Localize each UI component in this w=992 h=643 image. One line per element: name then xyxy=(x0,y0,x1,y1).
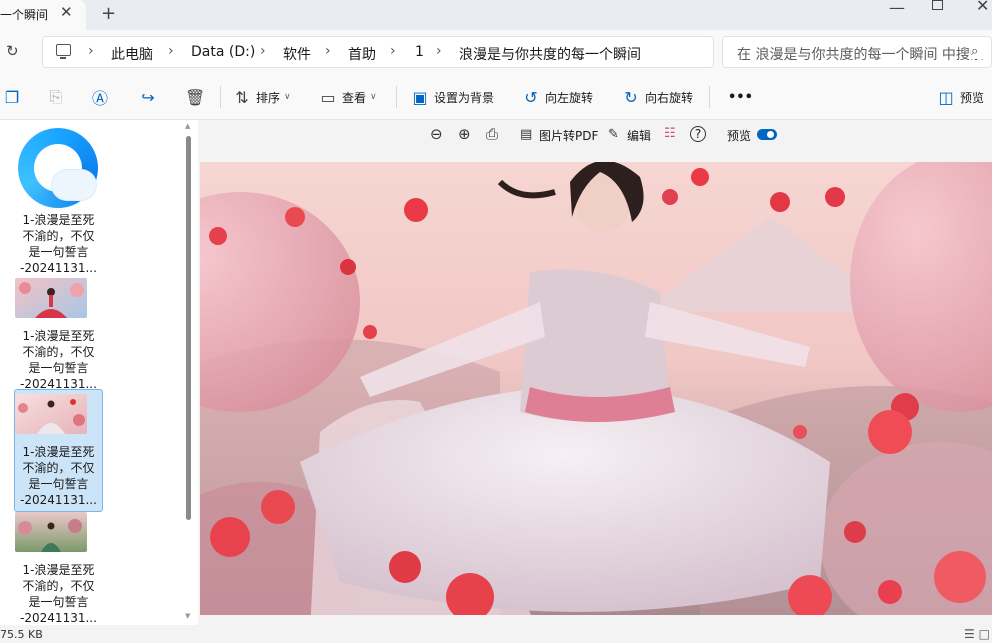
rename-button[interactable]: Ⓐ xyxy=(90,74,110,120)
preview-pane-label: 预览 xyxy=(960,90,985,105)
preview-toggle-switch[interactable] xyxy=(757,129,777,140)
breadcrumb-separator-icon[interactable]: › xyxy=(88,43,94,59)
view-icon: ▭ xyxy=(320,87,336,107)
more-icon: ••• xyxy=(728,89,753,105)
preview-pane-button[interactable]: ◫ 预览 xyxy=(936,74,984,120)
preview-pane-icon: ◫ xyxy=(938,87,954,107)
image-to-pdf-button[interactable]: 图片转PDF xyxy=(539,127,598,144)
chevron-down-icon: ∨ xyxy=(284,92,291,102)
chevron-down-icon: ∨ xyxy=(370,92,377,102)
apps-grid-icon[interactable]: ☷ xyxy=(664,126,676,141)
file-caption: 1-浪漫是至死 不渝的，不仅 是一句誓言 -20241131... xyxy=(20,563,97,625)
file-caption: 1-浪漫是至死 不渝的，不仅 是一句誓言 -20241131... xyxy=(20,329,97,391)
rename-icon: Ⓐ xyxy=(91,89,108,108)
file-item[interactable]: 1-浪漫是至死 不渝的，不仅 是一句誓言 -20241131... xyxy=(14,273,103,396)
toolbar-divider xyxy=(396,86,397,108)
breadcrumb-data-drive[interactable]: Data (D:) xyxy=(191,44,255,60)
view-mode-icons[interactable]: ☰ □ xyxy=(964,627,990,641)
refresh-icon[interactable]: ↻ xyxy=(6,42,19,60)
tab-close-icon[interactable]: ✕ xyxy=(60,3,73,21)
edit-button[interactable]: 编辑 xyxy=(627,127,651,144)
file-thumbnail xyxy=(15,278,87,318)
file-item-selected[interactable]: 1-浪漫是至死 不渝的，不仅 是一句誓言 -20241131... xyxy=(14,389,103,512)
breadcrumb-separator-icon[interactable]: › xyxy=(168,43,174,59)
background-icon: ▣ xyxy=(412,87,428,107)
scroll-up-icon[interactable]: ▲ xyxy=(185,122,190,130)
command-bar: ❐ ⎘ Ⓐ ↪ 🗑 ⇅ 排序 ∨ ▭ 查看 ∨ ▣ 设置为背景 ↺ 向左旋转 ↻… xyxy=(0,74,992,120)
set-background-button[interactable]: ▣ 设置为背景 xyxy=(410,74,494,120)
sort-label: 排序 xyxy=(256,90,281,105)
vertical-scrollbar[interactable]: ▲ ▼ xyxy=(185,122,192,622)
active-tab[interactable]: 一个瞬间 ✕ xyxy=(0,0,86,30)
breadcrumb-shouzhu[interactable]: 首助 xyxy=(348,44,376,64)
breadcrumb-software[interactable]: 软件 xyxy=(283,44,311,64)
share-icon: ↪ xyxy=(141,87,155,107)
view-button[interactable]: ▭ 查看 ∨ xyxy=(318,74,377,120)
rotate-left-label: 向左旋转 xyxy=(545,90,594,105)
preview-toggle-label: 预览 xyxy=(727,129,752,143)
window-close-icon[interactable]: ✕ xyxy=(976,0,989,15)
zoom-out-icon[interactable]: ⊖ xyxy=(430,125,443,143)
breadcrumb-separator-icon[interactable]: › xyxy=(260,43,266,59)
search-placeholder: 在 浪漫是与你共度的每一个瞬间 中搜索 xyxy=(737,47,984,63)
toolbar-divider xyxy=(220,86,221,108)
help-icon[interactable]: ? xyxy=(690,126,706,142)
copy-button[interactable]: ❐ xyxy=(2,74,22,120)
delete-button[interactable]: 🗑 xyxy=(185,74,205,120)
view-label: 查看 xyxy=(342,90,367,105)
breadcrumb-separator-icon[interactable]: › xyxy=(390,43,396,59)
preview-toolbar: ⊖ ⊕ ⎙ ▤ 图片转PDF ✎ 编辑 ☷ ? 预览 xyxy=(200,120,992,150)
print-icon[interactable]: ⎙ xyxy=(486,125,498,143)
maximize-icon[interactable] xyxy=(932,0,943,10)
toolbar-divider xyxy=(709,86,710,108)
scrollbar-thumb[interactable] xyxy=(186,136,191,520)
file-caption: 1-浪漫是至死 不渝的，不仅 是一句誓言 -20241131... xyxy=(20,445,97,507)
sort-button[interactable]: ⇅ 排序 ∨ xyxy=(232,74,291,120)
rotate-left-icon: ↺ xyxy=(524,87,538,107)
new-tab-button[interactable]: + xyxy=(101,3,116,24)
cloud-icon xyxy=(52,170,96,200)
address-bar[interactable]: › 此电脑 › Data (D:) › 软件 › 首助 › 1 › 浪漫是与你共… xyxy=(42,36,714,68)
rotate-left-button[interactable]: ↺ 向左旋转 xyxy=(521,74,593,120)
file-thumbnail xyxy=(15,394,87,434)
search-input[interactable]: 在 浪漫是与你共度的每一个瞬间 中搜索 ⌕ xyxy=(722,36,992,68)
address-row: ↻ › 此电脑 › Data (D:) › 软件 › 首助 › 1 › 浪漫是与… xyxy=(0,30,992,74)
paste-button[interactable]: ⎘ xyxy=(46,74,66,120)
breadcrumb-separator-icon[interactable]: › xyxy=(325,43,331,59)
file-item[interactable]: 1-浪漫是至死 不渝的，不仅 是一句誓言 -20241131... xyxy=(14,205,103,280)
computer-icon xyxy=(56,44,71,59)
share-button[interactable]: ↪ xyxy=(138,74,158,120)
preview-image xyxy=(200,162,992,615)
rotate-right-label: 向右旋转 xyxy=(645,90,694,105)
tab-title: 一个瞬间 xyxy=(0,8,49,22)
sort-icon: ⇅ xyxy=(235,87,249,107)
search-icon[interactable]: ⌕ xyxy=(971,44,991,59)
breadcrumb-this-pc[interactable]: 此电脑 xyxy=(111,44,153,64)
rotate-right-button[interactable]: ↻ 向右旋转 xyxy=(621,74,693,120)
set-background-label: 设置为背景 xyxy=(434,90,495,105)
file-caption: 1-浪漫是至死 不渝的，不仅 是一句誓言 -20241131... xyxy=(20,213,97,275)
file-thumbnail xyxy=(15,512,87,552)
copy-icon: ❐ xyxy=(4,87,20,107)
status-bar: 75.5 KB ☰ □ xyxy=(0,625,992,643)
breadcrumb-separator-icon[interactable]: › xyxy=(436,43,442,59)
file-item[interactable]: 1-浪漫是至死 不渝的，不仅 是一句誓言 -20241131... xyxy=(14,507,103,630)
minimize-icon[interactable]: — xyxy=(889,0,905,17)
edit-icon[interactable]: ✎ xyxy=(608,127,619,142)
selected-file-size: 75.5 KB xyxy=(0,628,43,641)
more-button[interactable]: ••• xyxy=(724,74,753,120)
paste-icon: ⎘ xyxy=(49,87,63,106)
delete-icon: 🗑 xyxy=(185,87,206,107)
breadcrumb-current-folder[interactable]: 浪漫是与你共度的每一个瞬间 xyxy=(459,44,641,64)
title-bar: 一个瞬间 ✕ + — ✕ xyxy=(0,0,992,30)
zoom-in-icon[interactable]: ⊕ xyxy=(458,125,471,143)
breadcrumb-folder-1[interactable]: 1 xyxy=(415,44,424,60)
rotate-right-icon: ↻ xyxy=(624,87,638,107)
image-to-pdf-icon[interactable]: ▤ xyxy=(520,127,532,142)
scroll-down-icon[interactable]: ▼ xyxy=(185,612,190,620)
